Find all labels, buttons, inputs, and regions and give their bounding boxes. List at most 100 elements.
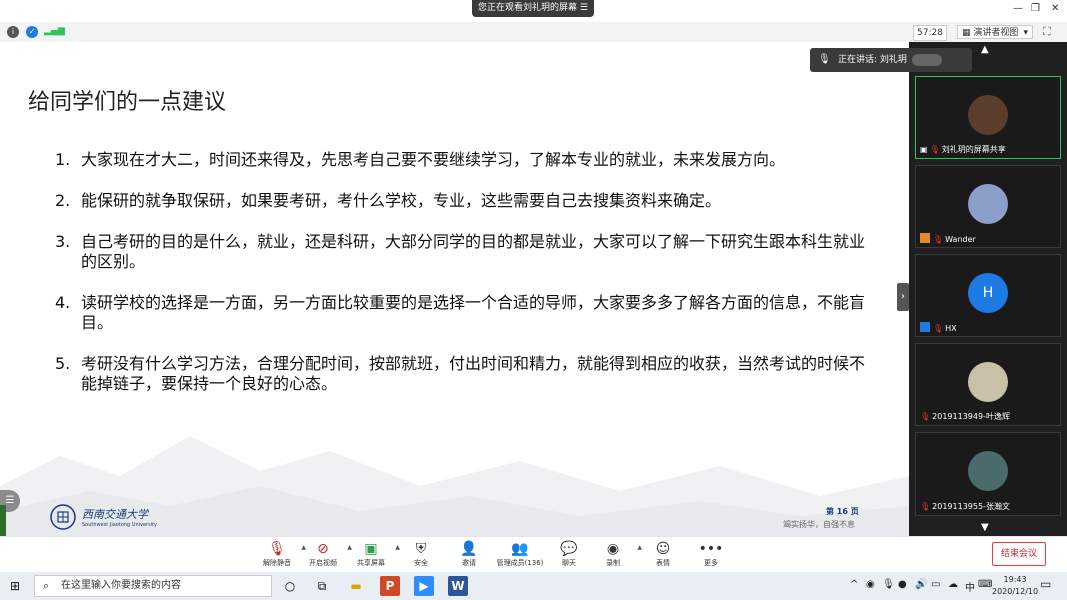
meeting-toolbar: 🎙 解除静音 ▲ ⊘ 开启视频 ▲ ▣ 共享屏幕 ▲ ⛨ 安全 👤 邀请 👥 管… [0, 536, 1067, 573]
host-icon [920, 233, 930, 243]
collapse-panel-icon[interactable]: › [897, 283, 909, 311]
slide-title: 给同学们的一点建议 [28, 90, 227, 115]
record-button[interactable]: ◉ 录制 ▲ [590, 540, 642, 568]
more-icon: ••• [698, 541, 724, 557]
signal-icon[interactable]: ▂▄▆ [44, 26, 65, 36]
participant-tile[interactable]: 🎙 Wander [915, 165, 1061, 248]
record-status-icon[interactable]: ◉ [866, 579, 875, 590]
clock-time: 19:43 [1003, 575, 1027, 584]
mute-button[interactable]: 🎙 解除静音 ▲ [254, 540, 306, 568]
chat-button[interactable]: 💬 聊天 [546, 540, 592, 568]
screen-share-banner[interactable]: 您正在观看刘礼玥的屏幕 ☰ [472, 0, 594, 17]
notification-icon[interactable]: ▭ [1040, 577, 1051, 591]
list-item: 3. 自己考研的目的是什么，就业，还是科研，大部分同学的目的都是就业，大家可以了解… [55, 232, 875, 272]
chat-icon: 💬 [560, 541, 578, 557]
manage-participants-button[interactable]: 👥 管理成员(136) [494, 540, 546, 568]
share-banner-text: 您正在观看刘礼玥的屏幕 [478, 3, 578, 13]
participant-tile[interactable]: ▣ 🎙 刘礼玥的屏幕共享 [915, 76, 1061, 159]
reactions-button[interactable]: ☺ 表情 [640, 540, 686, 568]
participant-name-row: 🎙 2019113955-张瀚文 [920, 501, 1010, 512]
more-label: 更多 [704, 559, 718, 567]
shield-icon[interactable]: ✓ [26, 26, 38, 38]
minimize-button[interactable]: — [1013, 3, 1023, 14]
mic-tray-icon[interactable]: 🎙 [882, 579, 895, 590]
menu-icon[interactable]: ☰ [580, 0, 588, 17]
participant-name: 2019113949-叶逸辉 [932, 412, 1010, 421]
video-button[interactable]: ⊘ 开启视频 ▲ [300, 540, 352, 568]
more-button[interactable]: ••• 更多 [688, 540, 734, 568]
chevron-down-icon: ▾ [1023, 28, 1028, 38]
mic-muted-icon: 🎙 [920, 412, 931, 421]
participant-tile[interactable]: H 🎙 HX [915, 254, 1061, 337]
video-off-icon: ⊘ [317, 541, 329, 557]
meeting-timer: 57:28 [913, 25, 947, 41]
reactions-label: 表情 [656, 559, 670, 567]
security-button[interactable]: ⛨ 安全 [398, 540, 444, 568]
chat-label: 聊天 [562, 559, 576, 567]
university-logo: 西南交通大学 Southwest Jiaotong University [50, 504, 160, 532]
shield-icon: ⛨ [415, 541, 427, 557]
participant-name-row: 🎙 HX [920, 322, 957, 333]
keyboard-icon[interactable]: ⌨ [978, 579, 992, 590]
tray-chevron-icon[interactable]: ^ [850, 579, 858, 590]
video-label: 开启视频 [309, 559, 337, 567]
search-icon: ⌕ [43, 579, 50, 592]
share-label: 共享屏幕 [357, 559, 385, 567]
logo-subtext: Southwest Jiaotong University [82, 522, 158, 528]
invite-button[interactable]: 👤 邀请 [446, 540, 492, 568]
user-icon [920, 322, 930, 332]
participant-name-row: ▣ 🎙 刘礼玥的屏幕共享 [920, 144, 1006, 155]
qq-icon[interactable]: ● [898, 579, 907, 590]
participant-tile[interactable]: 🎙 2019113949-叶逸辉 [915, 343, 1061, 426]
fullscreen-icon[interactable]: ⛶ [1043, 25, 1057, 39]
view-mode-button[interactable]: ▦ 演讲者视图 ▾ [957, 25, 1033, 39]
battery-icon[interactable]: ▭ [931, 579, 940, 590]
file-explorer-icon[interactable]: ▬ [346, 576, 366, 596]
word-icon[interactable]: W [448, 576, 468, 596]
item-text: 读研学校的选择是一方面，另一方面比较重要的是选择一个合适的导师，大家要多多了解各… [81, 293, 866, 332]
taskbar-search-input[interactable]: ⌕ 在这里输入你要搜索的内容 [34, 575, 272, 597]
item-number: 2. [55, 191, 71, 210]
scroll-down-icon[interactable]: ▼ [981, 522, 989, 533]
blurred-region [912, 54, 942, 66]
share-screen-button[interactable]: ▣ 共享屏幕 ▲ [348, 540, 400, 568]
avatar: H [968, 273, 1008, 313]
restore-button[interactable]: ❐ [1031, 3, 1040, 14]
participant-name: HX [945, 324, 957, 333]
speaker-view-icon: ▦ [962, 28, 971, 38]
meeting-app-icon[interactable]: ▶ [414, 576, 434, 596]
security-label: 安全 [414, 559, 428, 567]
participant-name-row: 🎙 Wander [920, 233, 976, 244]
seal-icon [50, 504, 76, 530]
close-button[interactable]: ✕ [1051, 3, 1059, 14]
network-icon[interactable]: ☁ [948, 579, 958, 590]
windows-start-icon[interactable]: ⊞ [10, 579, 24, 593]
participant-tile[interactable]: 🎙 2019113955-张瀚文 [915, 432, 1061, 516]
mic-muted-icon: 🎙 [929, 145, 940, 154]
end-meeting-button[interactable]: 结束会议 [992, 542, 1046, 566]
cortana-icon[interactable]: ○ [280, 576, 300, 596]
search-placeholder: 在这里输入你要搜索的内容 [61, 580, 181, 591]
avatar [968, 451, 1008, 491]
record-label: 录制 [606, 559, 620, 567]
logo-text: 西南交通大学 [82, 508, 148, 521]
avatar [968, 184, 1008, 224]
volume-icon[interactable]: 🔊 [915, 579, 927, 590]
screen-share-icon: ▣ [920, 145, 928, 154]
task-view-icon[interactable]: ⧉ [312, 576, 332, 596]
active-speaker-indicator: 🎙 正在讲话: 刘礼玥 [810, 48, 972, 72]
scroll-up-icon[interactable]: ▲ [981, 44, 989, 55]
participant-name: Wander [945, 235, 976, 244]
participants-icon: 👥 [511, 541, 529, 557]
list-item: 1. 大家现在才大二，时间还来得及，先思考自己要不要继续学习，了解本专业的就业，未… [55, 150, 875, 170]
smile-icon: ☺ [655, 541, 671, 557]
clock-date: 2020/12/10 [992, 587, 1039, 596]
meeting-info-bar: i ✓ ▂▄▆ 57:28 ▦ 演讲者视图 ▾ ⛶ [0, 22, 1067, 43]
system-clock[interactable]: 19:43 2020/12/10 [992, 574, 1038, 598]
powerpoint-icon[interactable]: P [380, 576, 400, 596]
item-number: 3. [55, 232, 71, 251]
list-item: 5. 考研没有什么学习方法，合理分配时间，按部就班，付出时间和精力，就能得到相应的… [55, 354, 875, 394]
ime-indicator[interactable]: 中 [965, 579, 975, 594]
info-icon[interactable]: i [7, 26, 19, 38]
invite-label: 邀请 [462, 559, 476, 567]
